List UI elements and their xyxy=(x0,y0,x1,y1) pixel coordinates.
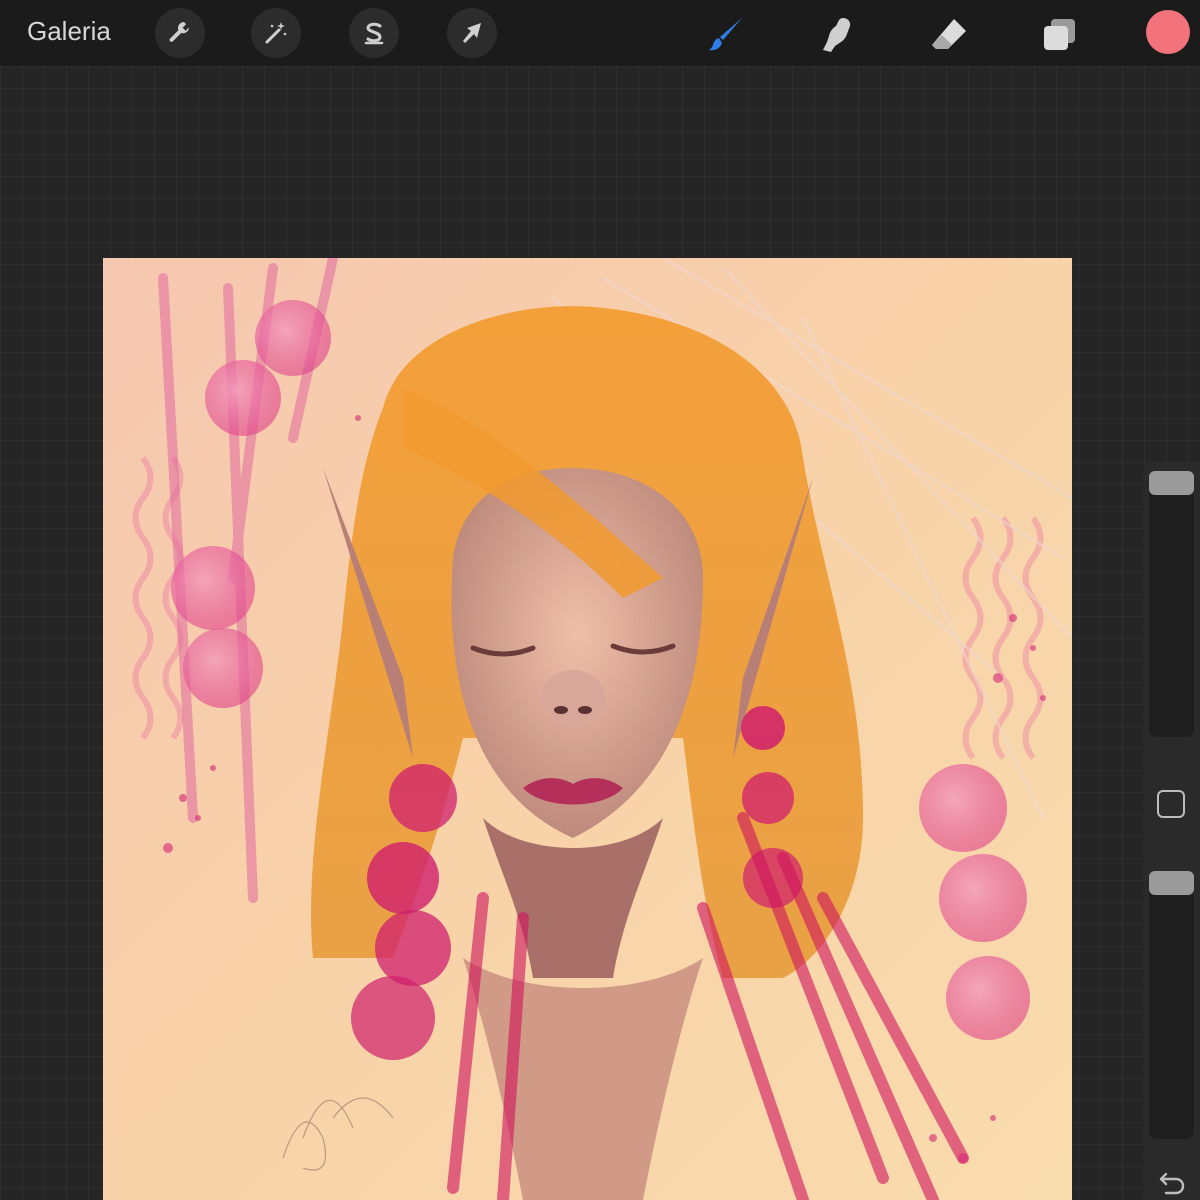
undo-arrow-icon xyxy=(1159,1172,1185,1195)
selection-button[interactable] xyxy=(349,8,399,58)
smudge-tool-button[interactable] xyxy=(811,8,863,60)
transform-button[interactable] xyxy=(447,8,497,58)
drawing-canvas[interactable] xyxy=(103,258,1072,1200)
opacity-slider-handle[interactable] xyxy=(1149,871,1194,895)
actions-button[interactable] xyxy=(155,8,205,58)
modify-square-button[interactable] xyxy=(1157,790,1185,818)
brush-size-slider[interactable] xyxy=(1149,471,1194,737)
magic-wand-icon xyxy=(265,22,287,44)
top-toolbar: Galeria xyxy=(0,0,1200,66)
adjustments-button[interactable] xyxy=(251,8,301,58)
brush-icon xyxy=(709,18,742,51)
layers-icon xyxy=(1044,19,1075,50)
smudge-finger-icon xyxy=(823,18,851,52)
eraser-tool-button[interactable] xyxy=(923,8,975,60)
gallery-button[interactable]: Galeria xyxy=(27,16,111,47)
selection-s-icon xyxy=(364,22,384,45)
undo-button[interactable] xyxy=(1155,1168,1189,1198)
artwork-image xyxy=(103,258,1072,1200)
arrow-cursor-icon xyxy=(463,23,481,43)
brush-size-slider-handle[interactable] xyxy=(1149,471,1194,495)
color-picker-button[interactable] xyxy=(1146,10,1190,54)
eraser-icon xyxy=(932,19,966,49)
wrench-icon xyxy=(169,21,189,42)
brush-tool-button[interactable] xyxy=(701,8,753,60)
layers-button[interactable] xyxy=(1033,8,1085,60)
opacity-slider[interactable] xyxy=(1149,871,1194,1139)
right-sidebar xyxy=(1143,463,1200,1200)
